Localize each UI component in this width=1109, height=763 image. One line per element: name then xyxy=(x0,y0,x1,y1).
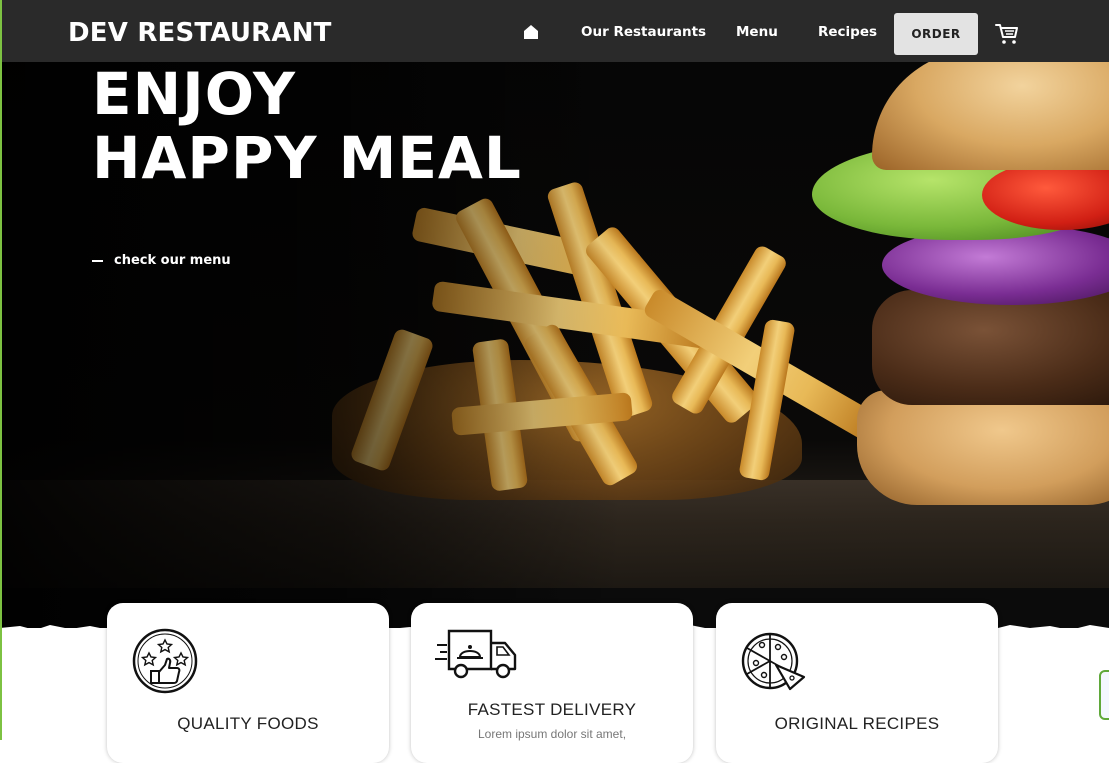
hero-title: ENJOY HAPPY MEAL xyxy=(92,62,522,190)
cart-icon[interactable] xyxy=(995,22,1019,46)
feature-card-delivery: FASTEST DELIVERY Lorem ipsum dolor sit a… xyxy=(411,603,693,763)
hero-title-line2: HAPPY MEAL xyxy=(92,124,522,192)
feature-title-delivery: FASTEST DELIVERY xyxy=(467,700,637,719)
side-chat-widget[interactable] xyxy=(1099,670,1109,720)
left-accent-bar xyxy=(0,0,2,740)
order-button[interactable]: ORDER xyxy=(894,13,978,55)
home-icon[interactable] xyxy=(521,22,541,42)
hero-title-line1: ENJOY xyxy=(92,60,296,128)
feature-desc-delivery: Lorem ipsum dolor sit amet, xyxy=(477,727,627,741)
dash-icon xyxy=(92,259,103,262)
thumbs-up-stars-icon xyxy=(132,628,198,694)
feature-title-quality: QUALITY FOODS xyxy=(177,714,319,733)
check-menu-link[interactable]: check our menu xyxy=(92,253,231,268)
feature-card-recipes: ORIGINAL RECIPES xyxy=(716,603,998,763)
delivery-truck-icon xyxy=(435,629,517,679)
pizza-icon xyxy=(741,632,806,691)
feature-title-recipes: ORIGINAL RECIPES xyxy=(774,714,940,733)
feature-card-quality: QUALITY FOODS xyxy=(107,603,389,763)
burger-image xyxy=(802,40,1109,510)
nav-link-our-restaurants[interactable]: Our Restaurants xyxy=(581,24,706,40)
nav-link-menu[interactable]: Menu xyxy=(736,24,778,40)
check-menu-label: check our menu xyxy=(114,253,231,268)
nav-link-recipes[interactable]: Recipes xyxy=(818,24,877,40)
top-navbar: DEV RESTAURANT Our Restaurants Menu Reci… xyxy=(0,0,1109,62)
brand-logo[interactable]: DEV RESTAURANT xyxy=(68,18,332,48)
